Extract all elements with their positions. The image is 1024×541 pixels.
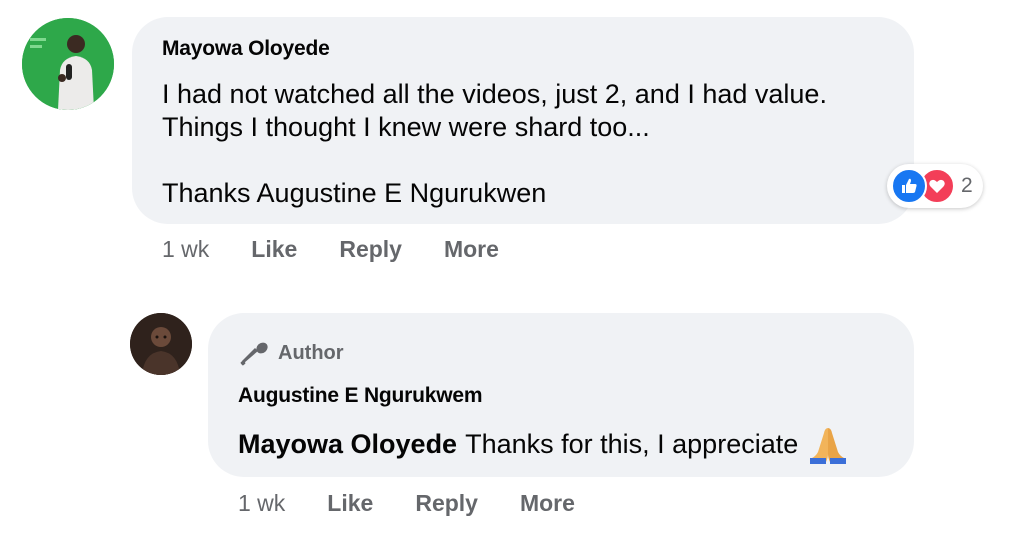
reaction-count: 2 <box>961 174 973 197</box>
reply-actions: 1 wk Like Reply More <box>238 489 617 517</box>
microphone-icon <box>240 342 268 366</box>
comment-bubble: Mayowa Oloyede I had not watched all the… <box>132 17 914 224</box>
folded-hands-emoji <box>810 428 847 464</box>
commenter-avatar[interactable] <box>22 18 114 110</box>
like-button[interactable]: Like <box>251 235 297 263</box>
reply-timestamp[interactable]: 1 wk <box>238 489 285 517</box>
reply-reply-button[interactable]: Reply <box>415 489 478 517</box>
reply-bubble: Author Augustine E Ngurukwem Mayowa Oloy… <box>208 313 914 477</box>
comment-timestamp[interactable]: 1 wk <box>162 235 209 263</box>
commenter-name[interactable]: Mayowa Oloyede <box>162 37 884 61</box>
author-badge-label: Author <box>278 342 344 364</box>
comment-actions: 1 wk Like Reply More <box>162 235 541 263</box>
replier-avatar[interactable] <box>130 313 192 375</box>
replier-name[interactable]: Augustine E Ngurukwem <box>238 384 884 408</box>
reply-like-button[interactable]: Like <box>327 489 373 517</box>
reply-button[interactable]: Reply <box>339 235 402 263</box>
reply-text: Thanks for this, I appreciate <box>465 429 799 459</box>
like-icon <box>891 168 927 204</box>
reply-more-button[interactable]: More <box>520 489 575 517</box>
author-badge: Author <box>238 339 884 367</box>
reactions-summary[interactable]: 2 <box>887 164 983 208</box>
mention-link[interactable]: Mayowa Oloyede <box>238 427 457 461</box>
reply-text-line: Mayowa Oloyede Thanks for this, I apprec… <box>238 424 884 464</box>
more-button[interactable]: More <box>444 235 499 263</box>
comment-text: I had not watched all the videos, just 2… <box>162 79 827 208</box>
